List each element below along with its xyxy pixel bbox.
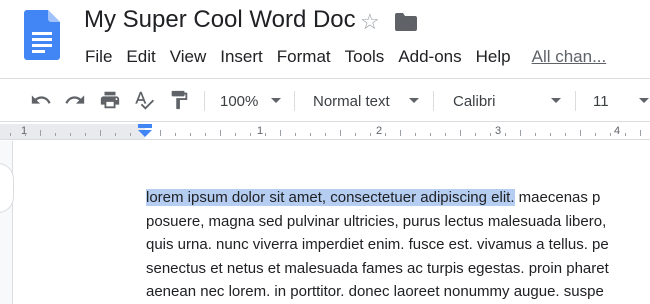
- toolbar-divider: [294, 91, 295, 111]
- ruler-tick: [445, 133, 446, 136]
- ruler-tick: [10, 133, 11, 136]
- ruler-tick: [280, 130, 281, 136]
- ruler-tick: [595, 133, 596, 136]
- zoom-select[interactable]: 100%: [220, 90, 258, 112]
- ruler-tick: [625, 133, 626, 136]
- menu-file[interactable]: File: [78, 45, 119, 69]
- ruler-tick: [220, 130, 221, 136]
- ruler-label: 1: [257, 125, 264, 137]
- text-line: lorem ipsum dolor sit amet, consectetuer…: [146, 186, 650, 210]
- ruler[interactable]: 1 1 2 3 4: [0, 124, 650, 140]
- ruler-tick: [130, 133, 131, 136]
- ruler-label: 2: [376, 125, 383, 137]
- selected-text: lorem ipsum dolor sit amet, consectetuer…: [146, 189, 515, 206]
- ruler-tick: [565, 133, 566, 136]
- menu-help[interactable]: Help: [469, 45, 518, 69]
- text-line: senectus et netus et malesuada fames ac …: [146, 259, 609, 277]
- ruler-tick: [535, 133, 536, 136]
- menu-edit[interactable]: Edit: [119, 45, 162, 69]
- all-changes-link[interactable]: All chan...: [518, 45, 607, 69]
- ruler-tick: [310, 133, 311, 136]
- ruler-tick: [415, 133, 416, 136]
- text-line: posuere, magna sed pulvinar ultricies, p…: [146, 212, 607, 230]
- ruler-tick: [160, 130, 161, 136]
- document-title[interactable]: My Super Cool Word Doc: [84, 6, 356, 34]
- spellcheck-icon[interactable]: [131, 87, 157, 113]
- menu-bar: File Edit View Insert Format Tools Add-o…: [78, 44, 606, 70]
- ruler-tick: [85, 133, 86, 136]
- font-size-caret-icon[interactable]: [639, 98, 649, 103]
- folder-icon[interactable]: [395, 13, 417, 31]
- document-body[interactable]: lorem ipsum dolor sit amet, consectetuer…: [146, 186, 650, 304]
- ruler-tick: [430, 133, 431, 136]
- menu-tools[interactable]: Tools: [338, 45, 392, 69]
- ruler-tick: [640, 130, 641, 136]
- ruler-tick: [505, 133, 506, 136]
- indent-marker-icon[interactable]: [137, 124, 153, 138]
- ruler-tick: [610, 133, 611, 136]
- ruler-tick: [340, 130, 341, 136]
- font-size-select[interactable]: 11: [593, 90, 609, 112]
- header: My Super Cool Word Doc ☆ File Edit View …: [0, 0, 650, 75]
- ruler-tick: [115, 133, 116, 136]
- ruler-tick: [325, 133, 326, 136]
- ruler-label: 3: [495, 125, 502, 137]
- text-line: aenean nec lorem. in porttitor. donec la…: [146, 283, 604, 301]
- ruler-tick: [100, 130, 101, 136]
- print-icon[interactable]: [97, 87, 123, 113]
- ruler-tick: [205, 133, 206, 136]
- ruler-tick: [175, 133, 176, 136]
- ruler-tick: [265, 133, 266, 136]
- ruler-tick: [385, 133, 386, 136]
- ruler-tick: [190, 133, 191, 136]
- ruler-tick: [355, 133, 356, 136]
- paint-format-icon[interactable]: [166, 87, 192, 113]
- text-line: quis urna. nunc viverra imperdiet enim. …: [146, 236, 609, 254]
- ruler-label: 1: [21, 125, 28, 137]
- menu-format[interactable]: Format: [270, 45, 338, 69]
- paragraph-style-select[interactable]: Normal text: [313, 90, 390, 112]
- menu-addons[interactable]: Add-ons: [391, 45, 468, 69]
- style-caret-icon[interactable]: [409, 98, 419, 103]
- menu-view[interactable]: View: [163, 45, 214, 69]
- ruler-tick: [235, 133, 236, 136]
- ruler-label: 4: [614, 125, 621, 137]
- toolbar-divider: [204, 91, 205, 111]
- ruler-tick: [550, 133, 551, 136]
- toolbar: 100% Normal text Calibri 11: [0, 78, 650, 122]
- docs-logo-icon[interactable]: [24, 10, 60, 60]
- toolbar-divider: [575, 91, 576, 111]
- ruler-tick: [460, 130, 461, 136]
- toolbar-divider: [433, 91, 434, 111]
- zoom-caret-icon[interactable]: [271, 98, 281, 103]
- ruler-tick: [250, 133, 251, 136]
- ruler-tick: [295, 133, 296, 136]
- ruler-tick: [520, 130, 521, 136]
- ruler-tick: [70, 133, 71, 136]
- undo-icon[interactable]: [28, 87, 54, 113]
- ruler-tick: [40, 130, 41, 136]
- ruler-tick: [490, 133, 491, 136]
- font-caret-icon[interactable]: [551, 98, 561, 103]
- redo-icon[interactable]: [62, 87, 88, 113]
- ruler-tick: [475, 133, 476, 136]
- ruler-tick: [580, 130, 581, 136]
- menu-insert[interactable]: Insert: [213, 45, 270, 69]
- text-fragment: maecenas p: [514, 189, 601, 206]
- ruler-tick: [25, 133, 26, 136]
- ruler-tick: [370, 133, 371, 136]
- ruler-tick: [55, 133, 56, 136]
- ruler-tick: [400, 130, 401, 136]
- font-select[interactable]: Calibri: [453, 90, 496, 112]
- star-icon[interactable]: ☆: [360, 10, 380, 34]
